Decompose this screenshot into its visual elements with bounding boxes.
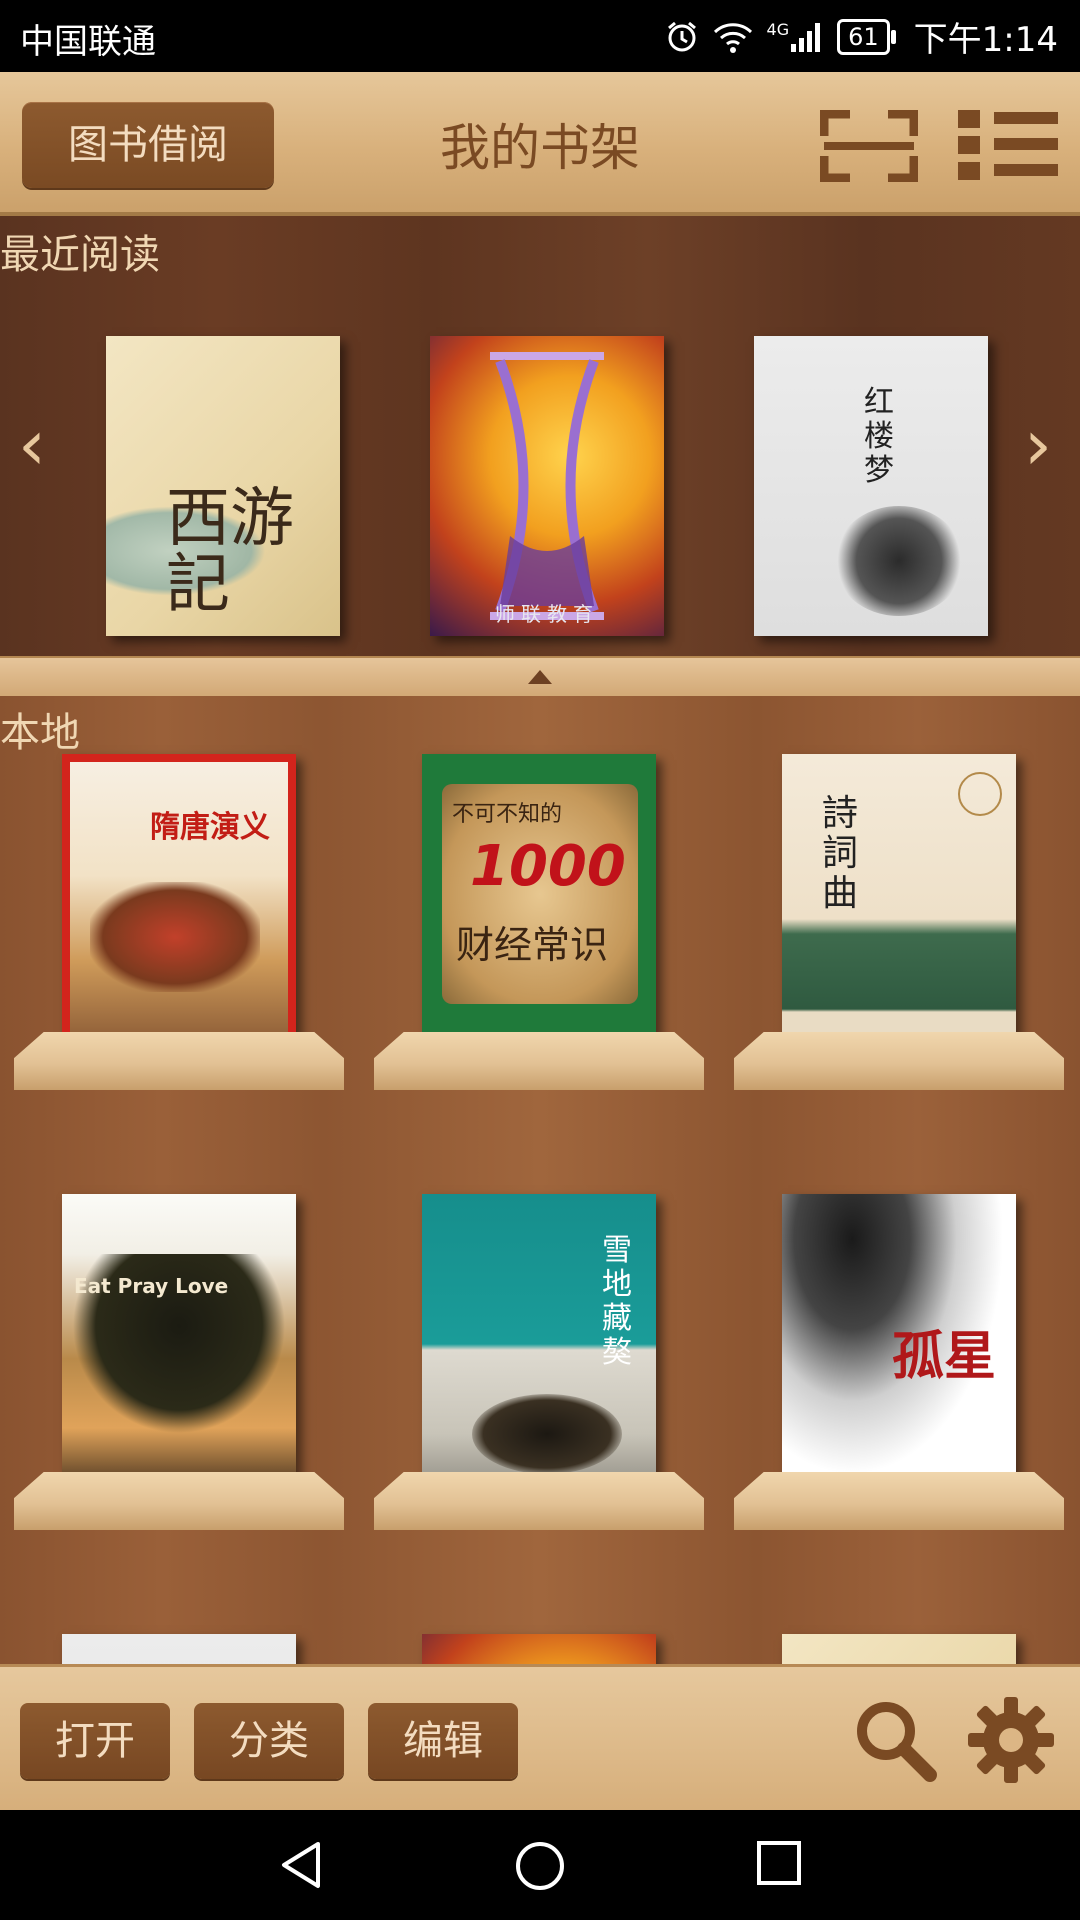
local-book-1[interactable]: 隋唐演义 — [62, 754, 296, 1054]
book-cover-title: 1000 — [470, 834, 626, 899]
local-book-7[interactable] — [62, 1634, 296, 1664]
open-button[interactable]: 打开 — [20, 1703, 170, 1779]
bottom-toolbar: 打开 分类 编辑 — [0, 1664, 1080, 1813]
signal-icon — [791, 22, 821, 52]
book-cover-title: 西游記 — [166, 482, 294, 622]
shelf-plank — [734, 1032, 1064, 1090]
recent-book-1[interactable]: 西游記 — [106, 336, 340, 636]
status-bar: 中国联通 4G 61 下午1:14 — [0, 0, 1080, 72]
recent-reading-shelf: 最近阅读 ‹ › 西游記 师联教育 红楼梦 — [0, 216, 1080, 656]
book-cover-title: 师联教育 — [495, 602, 599, 626]
book-cover-title: 孤星 — [892, 1326, 997, 1387]
shelf-plank — [14, 1472, 344, 1530]
edit-button[interactable]: 编辑 — [368, 1703, 518, 1779]
shelf-plank — [734, 1472, 1064, 1530]
chevron-left-icon[interactable]: ‹ — [18, 404, 46, 486]
local-book-4[interactable]: Eat Pray Love — [62, 1194, 296, 1494]
wifi-icon — [713, 22, 752, 53]
local-book-3[interactable]: 詩詞曲 — [782, 754, 1016, 1054]
page-title: 我的书架 — [440, 119, 640, 177]
shelf-plank — [14, 1032, 344, 1090]
book-cover-title: 詩詞曲 — [822, 793, 859, 914]
clock: 下午1:14 — [913, 20, 1058, 60]
network-type: 4G — [767, 20, 824, 54]
book-cover-title: 隋唐演义 — [150, 810, 270, 845]
search-icon[interactable] — [852, 1697, 938, 1783]
local-books-shelf: 本地 隋唐演义 不可不知的 1000 财经常识 詩詞曲 Eat Pray Lov… — [0, 696, 1080, 1664]
system-nav-bar — [0, 1810, 1080, 1920]
status-icons: 4G 61 下午1:14 — [665, 12, 1058, 61]
recent-section-label: 最近阅读 — [0, 232, 160, 278]
book-cover-subtitle: 财经常识 — [456, 923, 609, 967]
local-book-5[interactable]: 雪地藏獒 — [422, 1194, 656, 1494]
book-cover-title: 红楼梦 — [864, 385, 894, 488]
chevron-right-icon[interactable]: › — [1024, 404, 1052, 486]
recent-book-3[interactable]: 红楼梦 — [754, 336, 988, 636]
app-header: 图书借阅 我的书架 — [0, 72, 1080, 216]
local-section-label: 本地 — [0, 710, 80, 756]
local-book-6[interactable]: 孤星 — [782, 1194, 1016, 1494]
scan-icon[interactable] — [820, 110, 918, 182]
battery-indicator: 61 — [837, 18, 896, 55]
book-cover-title: Eat Pray Love — [74, 1274, 229, 1298]
carrier-name: 中国联通 — [20, 22, 156, 62]
back-icon[interactable] — [276, 1840, 326, 1890]
shelf-divider[interactable] — [0, 656, 1080, 700]
local-book-8[interactable] — [422, 1634, 656, 1664]
home-icon[interactable] — [514, 1840, 566, 1892]
recent-book-2[interactable]: 师联教育 — [430, 336, 664, 636]
list-view-icon[interactable] — [958, 110, 1058, 180]
shelf-plank — [374, 1472, 704, 1530]
recents-icon[interactable] — [756, 1840, 802, 1886]
local-book-9[interactable] — [782, 1634, 1016, 1664]
alarm-icon — [667, 21, 696, 51]
shelf-plank — [374, 1032, 704, 1090]
local-book-2[interactable]: 不可不知的 1000 财经常识 — [422, 754, 656, 1054]
book-cover-title: 雪地藏獒 — [602, 1233, 632, 1370]
book-cover-subtitle: 不可不知的 — [452, 802, 563, 827]
gear-icon[interactable] — [966, 1695, 1056, 1785]
category-button[interactable]: 分类 — [194, 1703, 344, 1779]
collapse-caret-icon[interactable] — [528, 670, 552, 684]
